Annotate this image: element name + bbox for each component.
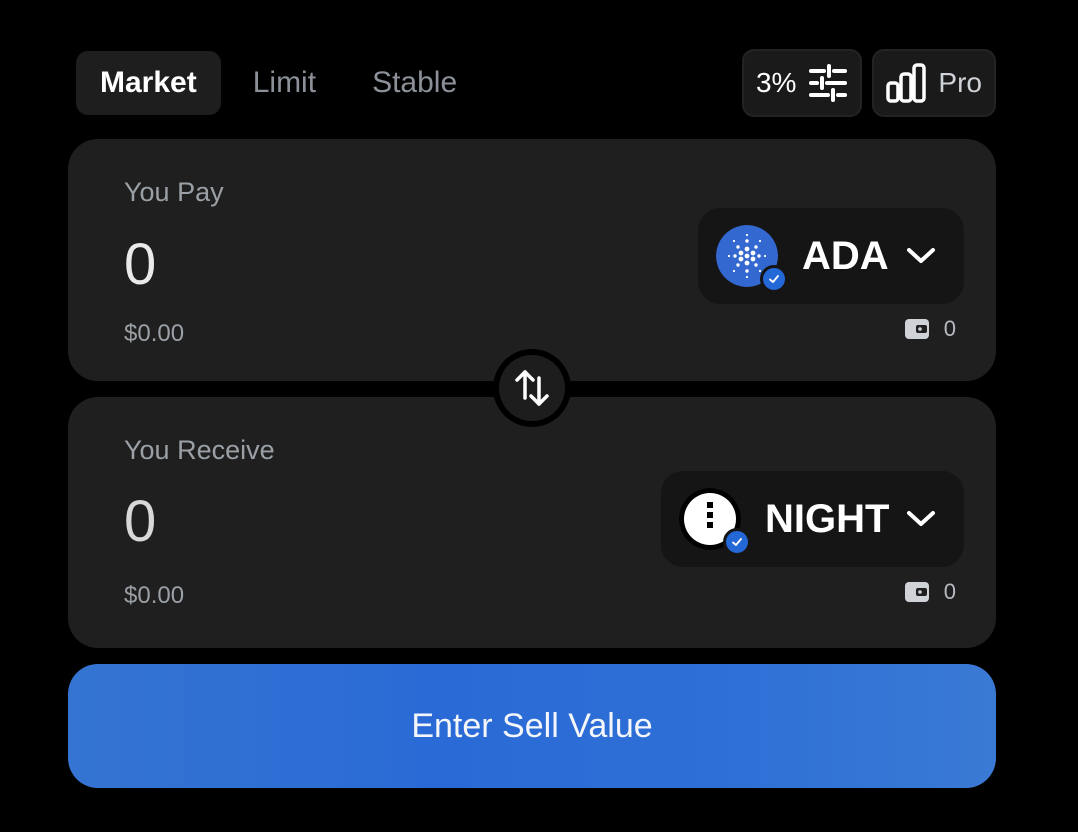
slippage-settings-button[interactable]: 3% [741,49,863,117]
pay-balance-value: 0 [943,316,956,341]
pay-token-symbol: ADA [802,233,889,278]
chevron-down-icon [907,248,935,263]
receive-balance-value: 0 [943,579,956,604]
receive-label: You Receive [124,435,275,465]
pay-card: You Pay $0.00 [68,139,996,381]
wallet-icon [904,319,929,339]
receive-usd-value: $0.00 [124,582,185,609]
swap-direction-button[interactable] [493,349,571,427]
slippage-value: 3% [755,67,797,98]
pro-label: Pro [938,67,982,98]
tab-market[interactable]: Market [76,51,221,115]
tab-limit[interactable]: Limit [229,51,340,115]
receive-card: You Receive $0.00 NIGHT [68,397,996,648]
receive-token-symbol: NIGHT [765,496,890,541]
pay-amount-input[interactable] [124,229,584,299]
sliders-icon [809,64,848,102]
swap-widget: Market Limit Stable 3% Pro You Pay 0 $0.… [0,0,1078,832]
enter-sell-value-button[interactable]: Enter Sell Value [68,664,996,788]
receive-balance: 0 [904,579,956,605]
top-controls: 3% Pro [741,49,996,117]
tab-stable[interactable]: Stable [348,51,481,115]
bar-chart-icon [886,63,927,103]
pay-usd-value: $0.00 [124,320,185,347]
order-type-tabs: Market Limit Stable [76,51,489,115]
pay-label: You Pay [124,177,224,207]
cardano-logo [716,225,788,293]
wallet-icon [904,582,929,602]
chevron-down-icon [907,511,935,526]
pro-mode-button[interactable]: Pro [872,49,996,117]
pay-balance: 0 [904,316,956,342]
verified-badge-icon [760,265,788,293]
receive-token-selector[interactable]: NIGHT [661,471,964,567]
pay-token-selector[interactable]: ADA [698,208,964,304]
swap-arrows-icon [515,370,549,406]
verified-badge-icon [723,528,751,556]
night-logo [679,488,751,556]
receive-amount-input[interactable] [124,486,584,556]
